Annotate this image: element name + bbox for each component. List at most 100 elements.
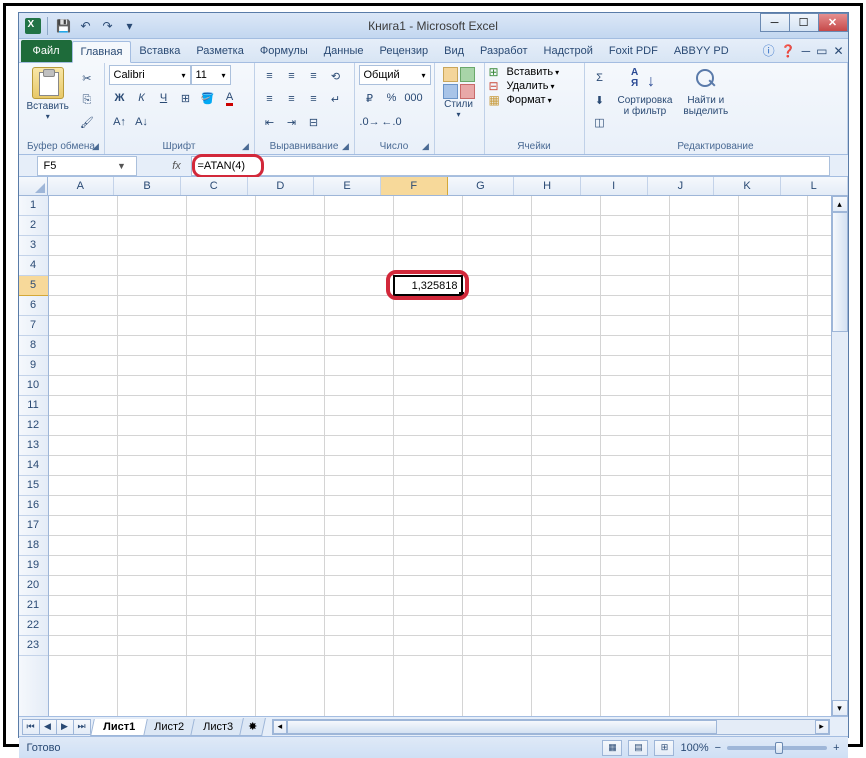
format-cells-button[interactable]: Формат <box>507 94 546 106</box>
scroll-left-icon[interactable]: ◂ <box>273 720 287 734</box>
column-header[interactable]: B <box>114 177 181 195</box>
alignment-launcher-icon[interactable]: ◢ <box>340 140 352 152</box>
scroll-down-icon[interactable]: ▾ <box>832 700 848 716</box>
align-left-icon[interactable]: ≡ <box>259 88 281 110</box>
view-page-break-icon[interactable]: ⊞ <box>654 740 674 756</box>
row-header[interactable]: 10 <box>19 376 48 396</box>
zoom-out-icon[interactable]: − <box>715 742 721 754</box>
orientation-icon[interactable]: ⟲ <box>325 65 347 87</box>
row-header[interactable]: 23 <box>19 636 48 656</box>
font-name-select[interactable]: Calibri▾ <box>109 65 191 85</box>
bold-button[interactable]: Ж <box>109 87 131 109</box>
clear-icon[interactable]: ◫ <box>589 111 611 133</box>
column-header[interactable]: C <box>181 177 248 195</box>
zoom-level[interactable]: 100% <box>680 742 708 754</box>
help-icon[interactable]: ❓ <box>781 44 796 58</box>
row-header[interactable]: 12 <box>19 416 48 436</box>
mdi-restore-icon[interactable]: ▭ <box>816 44 827 58</box>
tab-insert[interactable]: Вставка <box>131 40 188 62</box>
border-icon[interactable]: ⊞ <box>175 87 197 109</box>
cut-icon[interactable]: ✂ <box>76 67 98 89</box>
minimize-button[interactable]: ─ <box>760 13 790 32</box>
formula-input[interactable]: =ATAN(4) <box>191 156 830 176</box>
view-normal-icon[interactable]: ▦ <box>602 740 622 756</box>
column-header[interactable]: E <box>314 177 381 195</box>
tab-page-layout[interactable]: Разметка <box>188 40 252 62</box>
row-header[interactable]: 16 <box>19 496 48 516</box>
scroll-up-icon[interactable]: ▴ <box>832 196 848 212</box>
font-color-icon[interactable]: A <box>219 87 241 109</box>
column-header[interactable]: D <box>248 177 315 195</box>
sheet-nav-next-icon[interactable]: ▶ <box>56 719 74 735</box>
maximize-button[interactable]: ☐ <box>789 13 819 32</box>
tab-data[interactable]: Данные <box>316 40 372 62</box>
delete-cells-button[interactable]: Удалить <box>507 80 549 92</box>
save-icon[interactable]: 💾 <box>54 16 74 36</box>
row-header[interactable]: 9 <box>19 356 48 376</box>
row-header[interactable]: 1 <box>19 196 48 216</box>
row-header[interactable]: 2 <box>19 216 48 236</box>
align-center-icon[interactable]: ≡ <box>281 88 303 110</box>
sheet-nav-last-icon[interactable]: ⏭ <box>73 719 91 735</box>
wrap-text-icon[interactable]: ↵ <box>325 88 347 110</box>
copy-icon[interactable]: ⎘ <box>76 89 98 111</box>
zoom-in-icon[interactable]: + <box>833 742 839 754</box>
fx-icon[interactable]: fx <box>167 157 187 175</box>
row-header[interactable]: 21 <box>19 596 48 616</box>
view-page-layout-icon[interactable]: ▤ <box>628 740 648 756</box>
name-box[interactable]: F5 ▼ <box>37 156 137 176</box>
comma-format-icon[interactable]: 000 <box>403 87 425 109</box>
font-launcher-icon[interactable]: ◢ <box>240 140 252 152</box>
column-header[interactable]: G <box>448 177 515 195</box>
italic-button[interactable]: К <box>131 87 153 109</box>
row-header[interactable]: 20 <box>19 576 48 596</box>
format-painter-icon[interactable]: 🖌 <box>76 111 98 133</box>
zoom-slider-thumb[interactable] <box>775 742 783 754</box>
sheet-tab-1[interactable]: Лист1 <box>90 719 148 736</box>
increase-font-icon[interactable]: A↑ <box>109 111 131 133</box>
row-header[interactable]: 3 <box>19 236 48 256</box>
row-header[interactable]: 5 <box>19 276 48 296</box>
align-middle-icon[interactable]: ≡ <box>281 65 303 87</box>
row-header[interactable]: 8 <box>19 336 48 356</box>
accounting-format-icon[interactable]: ₽ <box>359 87 381 109</box>
qat-customize-icon[interactable]: ▾ <box>120 16 140 36</box>
column-header[interactable]: I <box>581 177 648 195</box>
scroll-right-icon[interactable]: ▸ <box>815 720 829 734</box>
name-box-dropdown-icon[interactable]: ▼ <box>114 161 130 171</box>
tab-abbyy[interactable]: ABBYY PD <box>666 40 737 62</box>
fill-icon[interactable]: ⬇ <box>589 89 611 111</box>
find-select-button[interactable]: Найти и выделить <box>679 65 732 119</box>
row-header[interactable]: 6 <box>19 296 48 316</box>
column-header[interactable]: K <box>714 177 781 195</box>
hscroll-thumb[interactable] <box>287 720 717 734</box>
file-tab[interactable]: Файл <box>21 40 72 62</box>
row-header[interactable]: 15 <box>19 476 48 496</box>
tab-foxit[interactable]: Foxit PDF <box>601 40 666 62</box>
column-header[interactable]: L <box>781 177 848 195</box>
sheet-nav-first-icon[interactable]: ⏮ <box>22 719 40 735</box>
row-header[interactable]: 13 <box>19 436 48 456</box>
sheet-nav-prev-icon[interactable]: ◀ <box>39 719 57 735</box>
active-cell[interactable]: 1,325818 <box>393 275 463 296</box>
select-all-corner[interactable] <box>19 177 48 195</box>
sheet-tab-2[interactable]: Лист2 <box>141 719 197 736</box>
row-header[interactable]: 17 <box>19 516 48 536</box>
cells-area[interactable]: 1,325818 <box>49 196 848 716</box>
row-header[interactable]: 19 <box>19 556 48 576</box>
clipboard-launcher-icon[interactable]: ◢ <box>90 140 102 152</box>
tab-review[interactable]: Рецензир <box>371 40 436 62</box>
column-header[interactable]: J <box>648 177 715 195</box>
increase-indent-icon[interactable]: ⇥ <box>281 111 303 133</box>
column-header[interactable]: H <box>514 177 581 195</box>
new-sheet-icon[interactable]: ✸ <box>239 718 266 736</box>
align-bottom-icon[interactable]: ≡ <box>303 65 325 87</box>
close-button[interactable]: ✕ <box>818 13 848 32</box>
sheet-tab-3[interactable]: Лист3 <box>190 719 246 736</box>
styles-button[interactable]: Стили ▾ <box>439 65 479 121</box>
insert-cells-button[interactable]: Вставить <box>507 66 554 78</box>
column-header[interactable]: F <box>381 177 448 195</box>
row-header[interactable]: 7 <box>19 316 48 336</box>
decrease-indent-icon[interactable]: ⇤ <box>259 111 281 133</box>
increase-decimal-icon[interactable]: .0→ <box>359 111 381 133</box>
